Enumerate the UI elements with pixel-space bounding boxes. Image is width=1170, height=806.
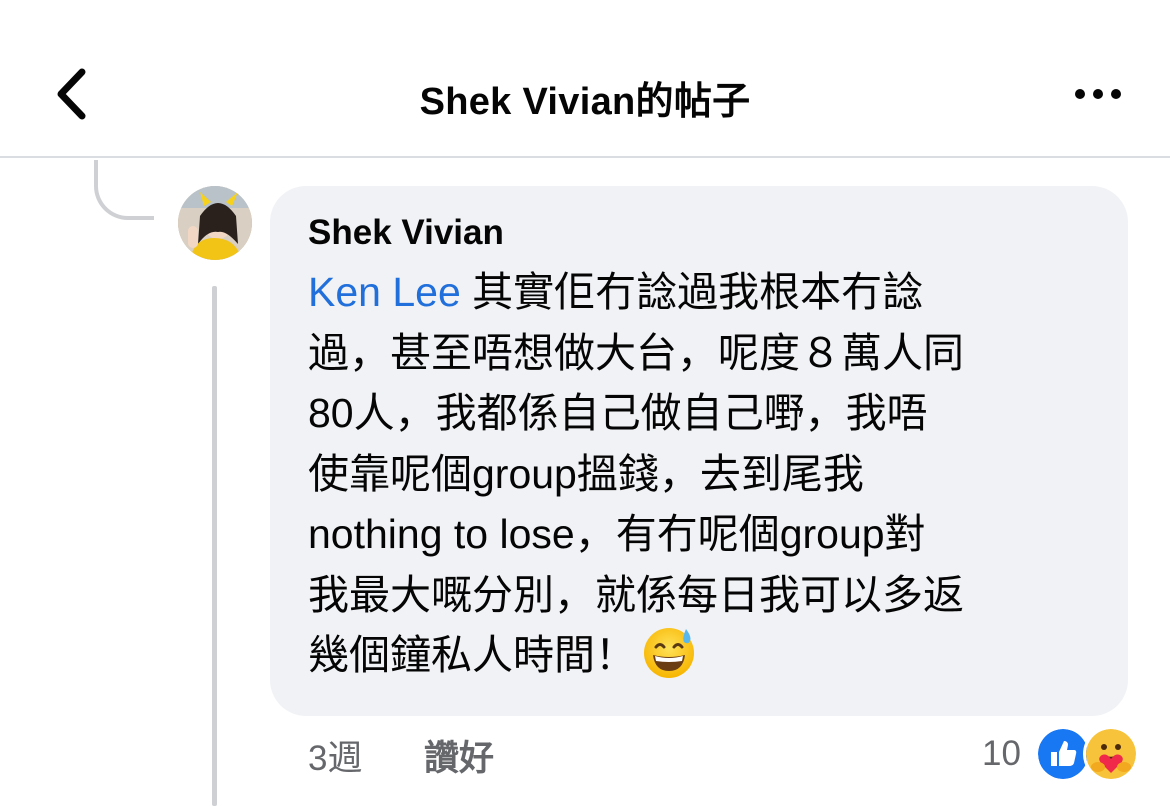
avatar-image: [178, 186, 252, 260]
more-dot: [1111, 89, 1121, 99]
avatar[interactable]: [178, 186, 252, 260]
comment-line: 其實佢冇諗過我根本冇諗: [460, 269, 924, 315]
reaction-count: 10: [982, 734, 1021, 773]
more-horizontal-icon: [1075, 89, 1085, 99]
grinning-face-with-sweat-emoji: [644, 628, 694, 678]
more-dot: [1093, 89, 1103, 99]
comment-timestamp[interactable]: 3週: [308, 730, 362, 781]
care-reaction-icon: [1082, 726, 1139, 782]
comment-line: 過，甚至唔想做大台，呢度８萬人同: [308, 329, 964, 376]
page-title: Shek Vivian的帖子: [419, 81, 751, 123]
comment-text: Ken Lee 其實佢冇諗過我根本冇諗 過，甚至唔想做大台，呢度８萬人同 80人…: [308, 262, 1098, 686]
comment-line: 80人，我都係自己做自己嘢，我唔: [308, 390, 928, 436]
reaction-summary[interactable]: 10: [982, 726, 1139, 782]
app-header: Shek Vivian的帖子: [0, 0, 1170, 158]
like-button[interactable]: 讚好: [424, 730, 494, 781]
more-options-button[interactable]: [1066, 76, 1130, 112]
mention-link[interactable]: Ken Lee: [308, 269, 461, 315]
reply-thread-line: [212, 286, 217, 806]
comment-line: 使靠呢個group搵錢，去到尾我: [308, 450, 864, 497]
comment-bubble: Shek Vivian Ken Lee 其實佢冇諗過我根本冇諗 過，甚至唔想做大…: [270, 186, 1128, 716]
reply-thread-connector: [94, 160, 154, 220]
comment-line: 幾個鐘私人時間！: [308, 632, 636, 678]
comment-line: nothing to lose，有冇呢個group對: [308, 511, 926, 557]
comment-author[interactable]: Shek Vivian: [308, 213, 504, 253]
comment-line: 我最大嘅分別，就係每日我可以多返: [308, 571, 964, 618]
